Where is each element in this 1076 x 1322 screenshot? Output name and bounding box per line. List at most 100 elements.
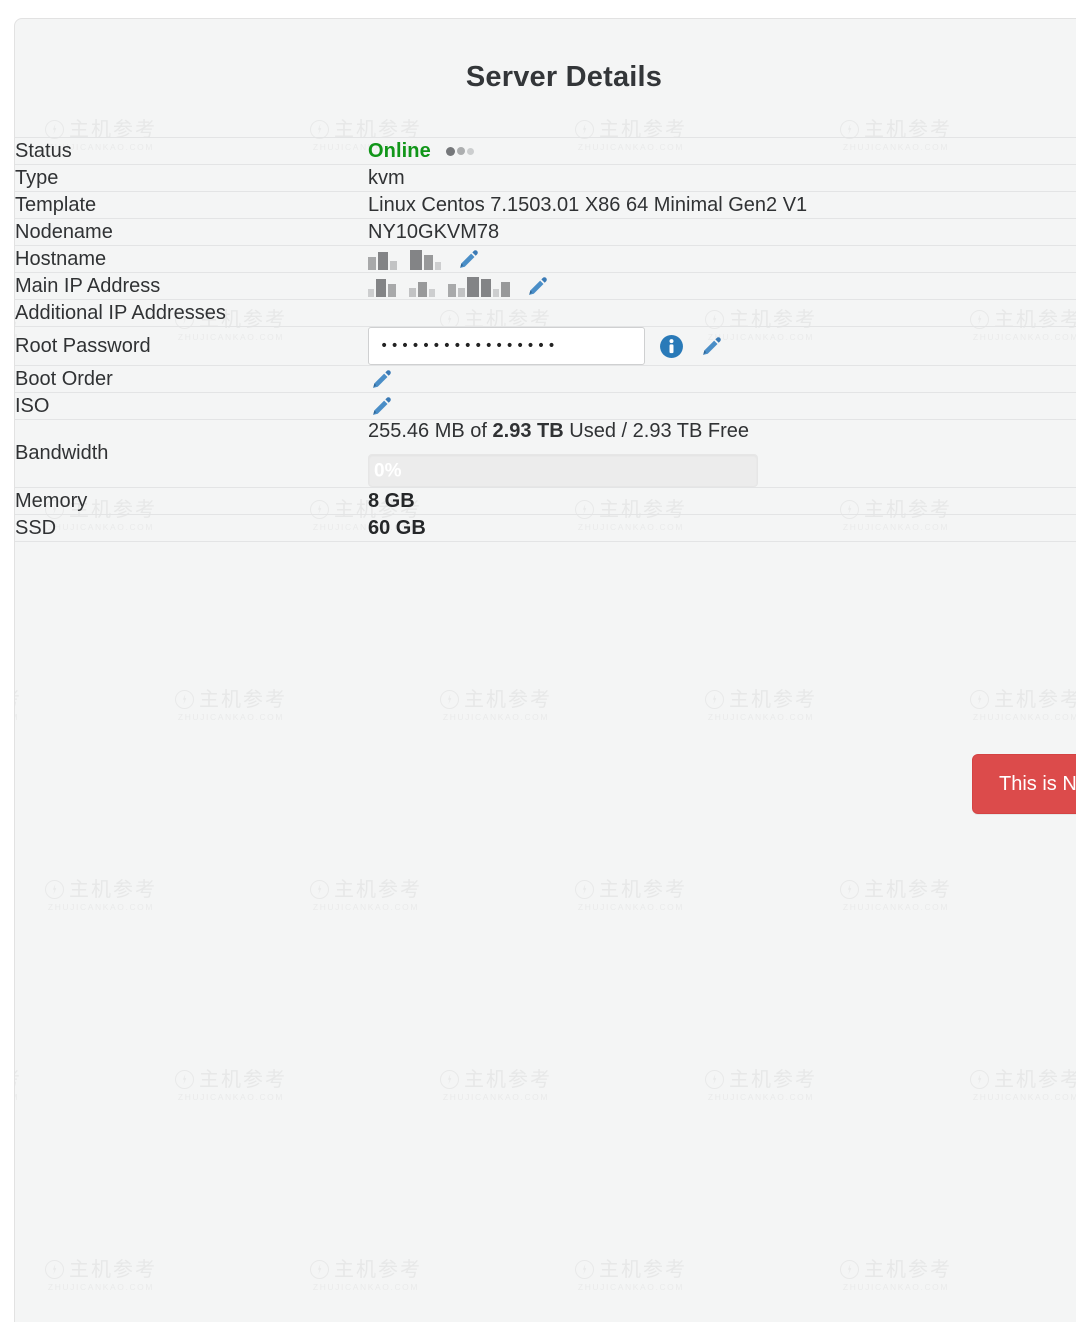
watermark-english: ZHUJICANKAO.COM <box>577 902 685 912</box>
watermark: 主机参考ZHUJICANKAO.COM <box>45 1259 157 1292</box>
redacted-status-suffix <box>445 146 474 156</box>
watermark-english: ZHUJICANKAO.COM <box>707 712 815 722</box>
watermark: 主机参考ZHUJICANKAO.COM <box>970 1069 1076 1102</box>
watermark-chinese: 主机参考 <box>994 687 1076 711</box>
bandwidth-percent-label: 0% <box>374 460 402 481</box>
watermark-english: ZHUJICANKAO.COM <box>842 902 950 912</box>
bandwidth-of-word: of <box>470 420 487 442</box>
watermark: 主机参考ZHUJICANKAO.COM <box>705 1069 817 1102</box>
watermark-english: ZHUJICANKAO.COM <box>972 1092 1076 1102</box>
bandwidth-progress-bar: 0% <box>368 454 758 487</box>
bandwidth-used-word: Used / <box>569 420 628 442</box>
template-value: Linux Centos 7.1503.01 X86 64 Minimal Ge… <box>368 193 808 216</box>
watermark-logo-icon <box>840 879 859 899</box>
row-label-additional-ips: Additional IP Addresses <box>15 299 368 327</box>
table-row-main-ip: Main IP Address <box>15 272 1076 300</box>
row-label-hostname: Hostname <box>15 245 368 273</box>
edit-iso-button[interactable] <box>368 393 394 419</box>
watermark-chinese: 主机参考 <box>199 687 287 711</box>
row-label-root-password: Root Password <box>15 326 368 366</box>
watermark-chinese: 主机参考 <box>729 687 817 711</box>
row-label-type: Type <box>15 164 368 192</box>
watermark-logo-icon <box>705 689 724 709</box>
watermark-logo-icon <box>45 879 64 899</box>
row-value-type: kvm <box>368 164 1076 192</box>
watermark-chinese: 主机参考 <box>599 1257 687 1281</box>
watermark-logo-icon <box>840 1259 859 1279</box>
watermark-logo-icon <box>175 1069 194 1089</box>
not-your-root-password-button[interactable]: This is NOT your root password <box>972 754 1076 814</box>
watermark-logo-icon <box>45 119 64 139</box>
root-password-input[interactable] <box>368 327 645 365</box>
watermark-chinese: 主机参考 <box>994 1067 1076 1091</box>
watermark: 主机参考ZHUJICANKAO.COM <box>840 879 952 912</box>
row-value-status: Online <box>368 137 1076 165</box>
pencil-icon <box>373 397 391 415</box>
watermark: 主机参考ZHUJICANKAO.COM <box>310 1259 422 1292</box>
watermark-chinese: 主机参考 <box>864 117 952 141</box>
row-value-bandwidth: 255.46 MB of 2.93 TB Used / 2.93 TB Free… <box>368 419 1076 488</box>
row-label-iso: ISO <box>15 392 368 420</box>
watermark-english: ZHUJICANKAO.COM <box>577 1282 685 1292</box>
table-row-spacer <box>15 541 1076 565</box>
watermark-chinese: 主机参考 <box>464 1067 552 1091</box>
table-row-template: Template Linux Centos 7.1503.01 X86 64 M… <box>15 191 1076 219</box>
watermark-logo-icon <box>440 1069 459 1089</box>
watermark: 主机参考ZHUJICANKAO.COM <box>15 1069 22 1102</box>
edit-boot-order-button[interactable] <box>368 366 394 392</box>
table-row-nodename: Nodename NY10GKVM78 <box>15 218 1076 246</box>
watermark-logo-icon <box>310 879 329 899</box>
watermark-logo-icon <box>705 1069 724 1089</box>
watermark-chinese: 主机参考 <box>69 117 157 141</box>
bandwidth-free: 2.93 TB Free <box>632 420 749 442</box>
bandwidth-summary: 255.46 MB of 2.93 TB Used / 2.93 TB Free <box>368 420 1076 443</box>
row-value-spacer <box>368 541 1076 565</box>
watermark-logo-icon <box>310 1259 329 1279</box>
pencil-icon <box>703 337 721 355</box>
edit-main-ip-button[interactable] <box>524 273 550 299</box>
nodename-value: NY10GKVM78 <box>368 220 500 243</box>
server-details-table: Status Online Type kvm Template Linux Ce… <box>15 137 1076 565</box>
watermark-chinese: 主机参考 <box>864 1257 952 1281</box>
table-row-additional-ips: Additional IP Addresses <box>15 299 1076 327</box>
row-value-boot-order <box>368 365 1076 393</box>
watermark: 主机参考ZHUJICANKAO.COM <box>175 1069 287 1102</box>
row-label-spacer <box>15 541 368 565</box>
watermark: 主机参考ZHUJICANKAO.COM <box>575 1259 687 1292</box>
watermark-chinese: 主机参考 <box>334 877 422 901</box>
watermark-english: ZHUJICANKAO.COM <box>312 902 420 912</box>
watermark-english: ZHUJICANKAO.COM <box>15 1092 19 1102</box>
watermark-english: ZHUJICANKAO.COM <box>15 712 19 722</box>
row-label-boot-order: Boot Order <box>15 365 368 393</box>
table-row-hostname: Hostname <box>15 245 1076 273</box>
pencil-icon <box>529 277 547 295</box>
row-value-main-ip <box>368 272 1076 300</box>
redacted-main-ip <box>368 275 510 297</box>
watermark: 主机参考ZHUJICANKAO.COM <box>440 1069 552 1102</box>
watermark-chinese: 主机参考 <box>69 1257 157 1281</box>
watermark: 主机参考ZHUJICANKAO.COM <box>970 689 1076 722</box>
table-row-root-password: Root Password <box>15 326 1076 366</box>
pencil-icon <box>460 250 478 268</box>
row-label-nodename: Nodename <box>15 218 368 246</box>
table-row-boot-order: Boot Order <box>15 365 1076 393</box>
watermark-english: ZHUJICANKAO.COM <box>312 1282 420 1292</box>
watermark-chinese: 主机参考 <box>599 117 687 141</box>
edit-hostname-button[interactable] <box>455 246 481 272</box>
row-label-bandwidth: Bandwidth <box>15 419 368 488</box>
ssd-value: 60 GB <box>368 516 426 539</box>
watermark-logo-icon <box>575 879 594 899</box>
row-value-hostname <box>368 245 1076 273</box>
edit-root-password-button[interactable] <box>698 333 724 359</box>
root-password-info-button[interactable] <box>659 334 684 359</box>
watermark-logo-icon <box>575 1259 594 1279</box>
bandwidth-total: 2.93 TB <box>492 420 564 442</box>
table-row-status: Status Online <box>15 137 1076 165</box>
watermark-logo-icon <box>970 689 989 709</box>
watermark: 主机参考ZHUJICANKAO.COM <box>15 689 22 722</box>
row-value-additional-ips <box>368 299 1076 327</box>
watermark-english: ZHUJICANKAO.COM <box>47 902 155 912</box>
watermark-english: ZHUJICANKAO.COM <box>442 712 550 722</box>
watermark: 主机参考ZHUJICANKAO.COM <box>840 1259 952 1292</box>
table-row-type: Type kvm <box>15 164 1076 192</box>
